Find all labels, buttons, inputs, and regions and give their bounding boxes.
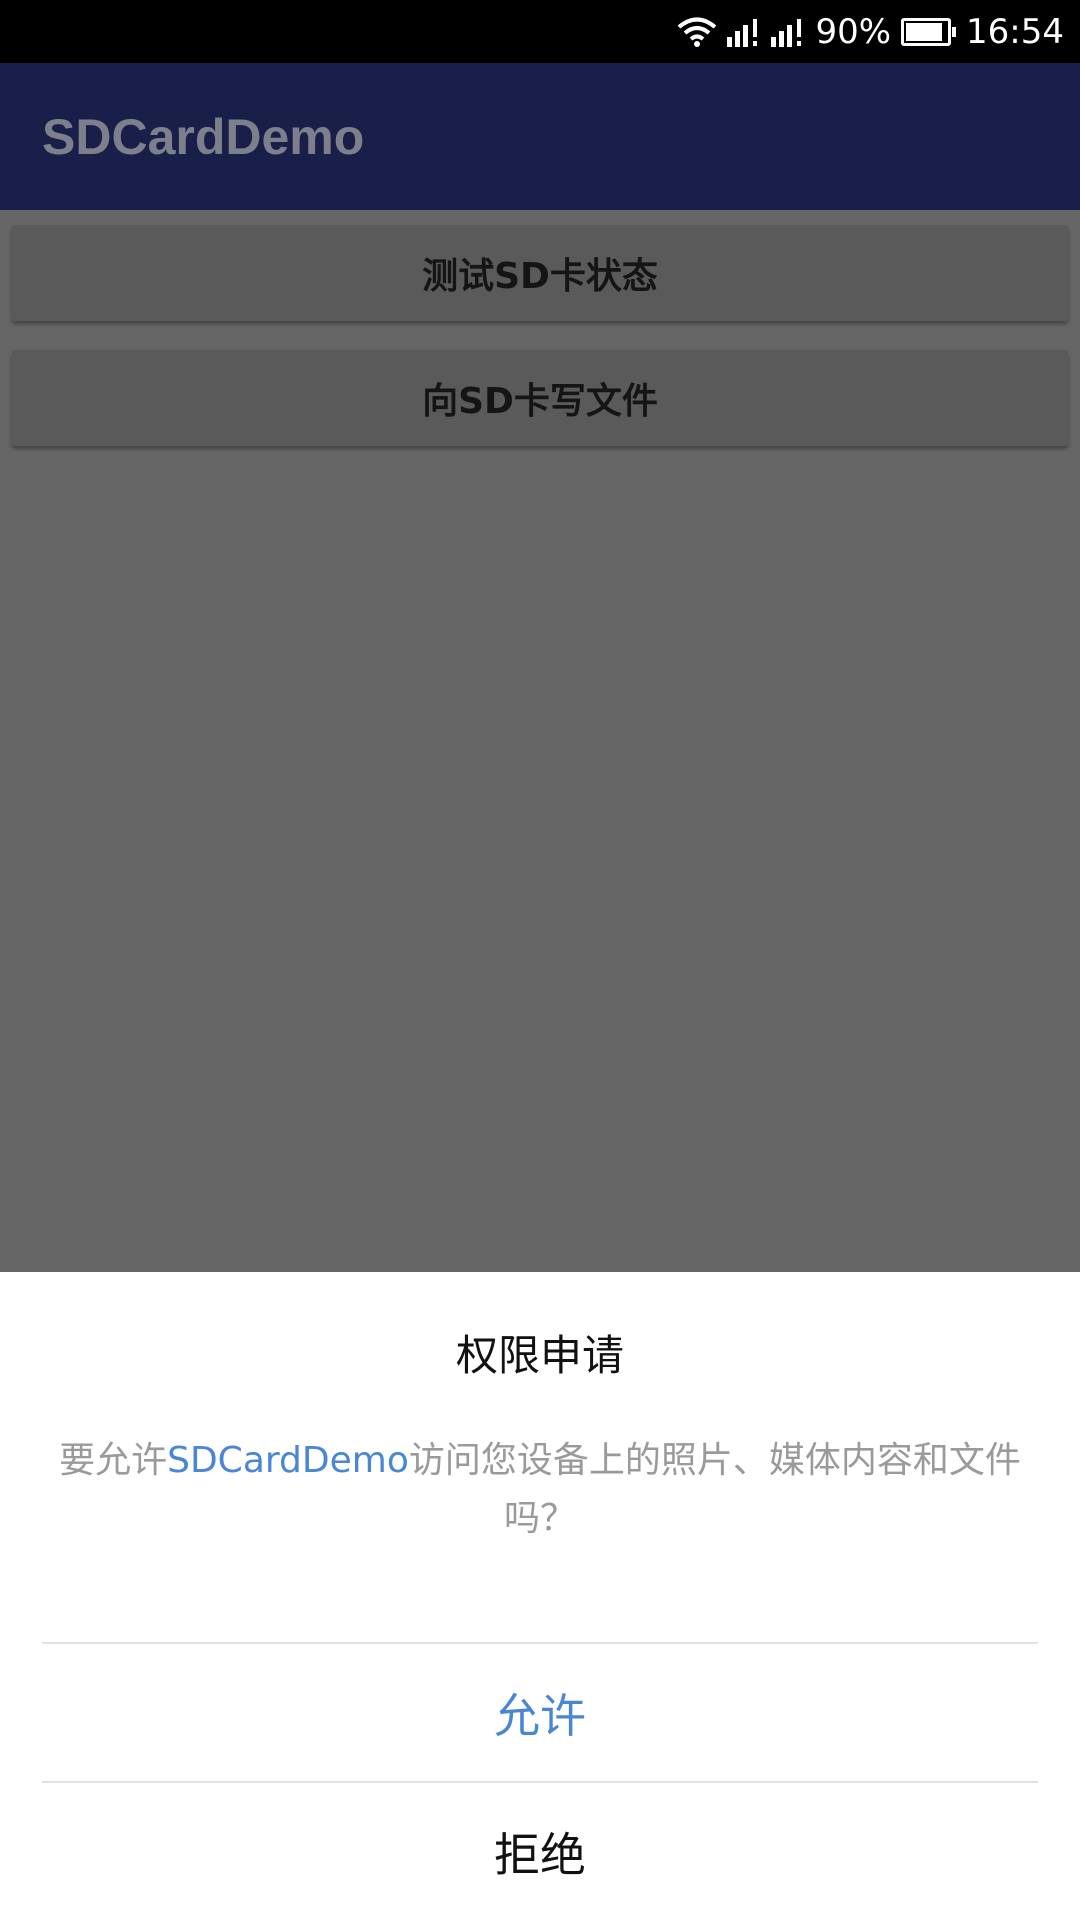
dialog-title: 权限申请 [455,1331,624,1380]
status-icons: 90% 16:54 [677,0,1064,63]
allow-button[interactable]: 允许 [42,1644,1038,1781]
signal-icon [771,17,805,47]
clock: 16:54 [966,11,1064,52]
battery-icon [901,17,957,46]
message-app-name: SDCardDemo [167,1440,409,1481]
battery-percent: 90% [815,11,892,52]
app-bar: SDCardDemo [0,63,1080,210]
signal-icon [727,17,761,47]
message-prefix: 要允许 [59,1440,168,1481]
deny-button[interactable]: 拒绝 [42,1783,1038,1920]
app-title: SDCardDemo [42,108,365,165]
permission-dialog: 权限申请 要允许SDCardDemo访问您设备上的照片、媒体内容和文件吗？ 允许… [0,1272,1080,1920]
test-sd-status-button[interactable]: 测试SD卡状态 [12,225,1068,321]
message-suffix: 访问您设备上的照片、媒体内容和文件吗？ [408,1440,1021,1539]
write-sd-file-button[interactable]: 向SD卡写文件 [12,350,1068,446]
dialog-message: 要允许SDCardDemo访问您设备上的照片、媒体内容和文件吗？ [56,1432,1024,1548]
wifi-icon [677,16,717,48]
status-bar: 90% 16:54 [0,0,1080,63]
